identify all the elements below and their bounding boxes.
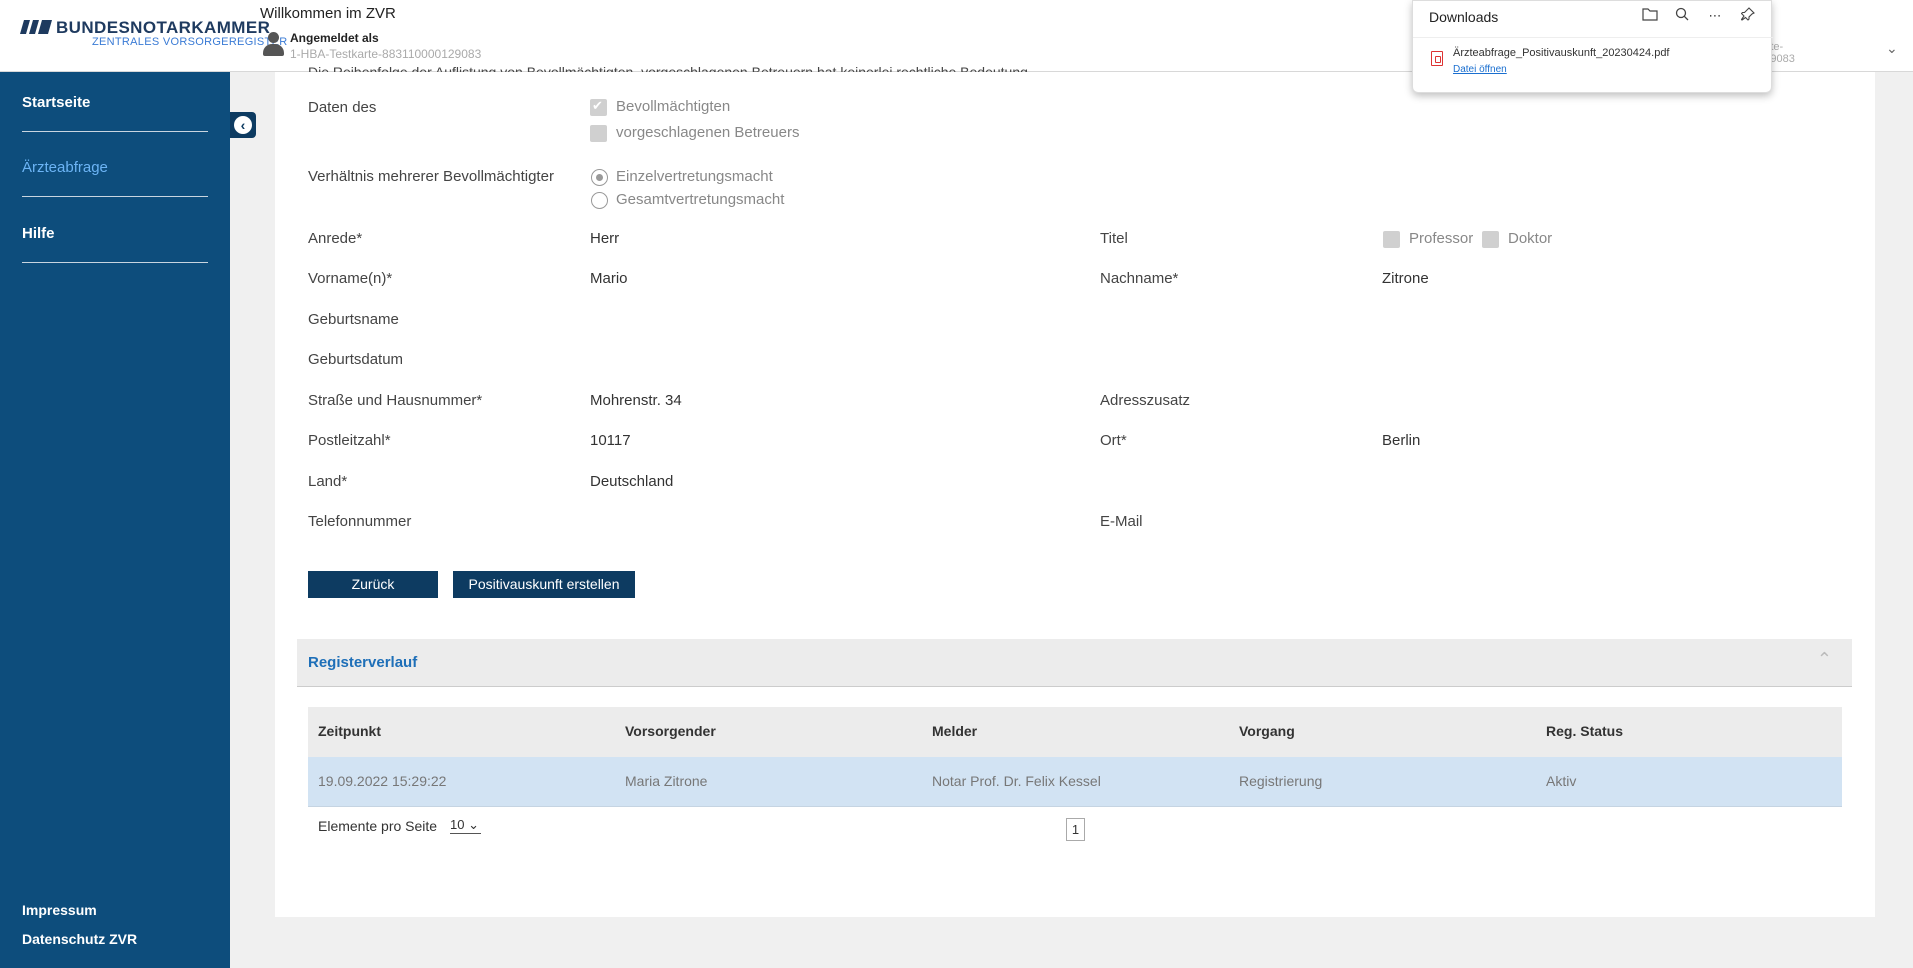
order-note-text: Die Reihenfolge der Auflistung von Bevol…: [308, 64, 1032, 72]
impressum-link[interactable]: Impressum: [22, 902, 97, 918]
sidebar-collapse-button[interactable]: ‹: [230, 112, 256, 138]
user-icon: [262, 32, 284, 56]
land-label: Land*: [308, 473, 348, 490]
telefon-label: Telefonnummer: [308, 513, 412, 530]
divider: [1413, 37, 1773, 38]
table-row[interactable]: 19.09.2022 15:29:22 Maria Zitrone Notar …: [308, 757, 1842, 807]
more-options-icon[interactable]: ⋯: [1706, 7, 1724, 25]
email-label: E-Mail: [1100, 513, 1143, 530]
bevollmaechtigten-checkbox[interactable]: [590, 98, 607, 116]
column-header-vorsorgender[interactable]: Vorsorgender: [625, 723, 716, 739]
verhaeltnis-label: Verhältnis mehrerer Bevollmächtigter: [308, 168, 554, 185]
adresszusatz-label: Adresszusatz: [1100, 392, 1191, 409]
column-header-reg-status[interactable]: Reg. Status: [1546, 723, 1623, 739]
bevollmaechtigten-label: Bevollmächtigten: [616, 98, 731, 115]
logo-brand-text: BUNDESNOTARKAMMER: [56, 18, 271, 37]
betreuers-checkbox[interactable]: [590, 125, 607, 142]
downloads-popup: Downloads ⋯ Ärzteabfrage_Positivauskunft…: [1412, 0, 1773, 93]
logo-sub-text: ZENTRALES VORSORGEREGISTER: [92, 36, 288, 48]
download-file-name[interactable]: Ärzteabfrage_Positivauskunft_20230424.pd…: [1453, 47, 1670, 59]
land-value: Deutschland: [590, 473, 674, 490]
per-page-select[interactable]: 10 ⌄: [450, 817, 481, 834]
cell-reg-status: Aktiv: [1546, 773, 1577, 789]
nachname-value: Zitrone: [1382, 270, 1429, 287]
strasse-label: Straße und Hausnummer*: [308, 392, 483, 409]
column-header-vorgang[interactable]: Vorgang: [1239, 723, 1295, 739]
nachname-label: Nachname*: [1100, 270, 1179, 287]
cell-vorsorgender: Maria Zitrone: [625, 773, 708, 789]
strasse-value: Mohrenstr. 34: [590, 392, 682, 409]
downloads-title: Downloads: [1429, 9, 1499, 25]
chevron-down-icon: ⌄: [468, 817, 479, 832]
column-header-zeitpunkt[interactable]: Zeitpunkt: [318, 723, 381, 739]
cell-vorgang: Registrierung: [1239, 773, 1323, 789]
plz-value: 10117: [590, 432, 631, 449]
welcome-text: Willkommen im ZVR: [260, 5, 396, 22]
plz-label: Postleitzahl*: [308, 432, 391, 449]
chevron-down-icon[interactable]: ⌄: [1886, 40, 1898, 57]
titel-label: Titel: [1100, 230, 1128, 247]
registerverlauf-header[interactable]: Registerverlauf ⌃: [297, 639, 1852, 687]
einzel-radio[interactable]: [591, 169, 608, 186]
doktor-label: Doktor: [1508, 230, 1553, 247]
vorname-value: Mario: [590, 270, 628, 287]
ort-value: Berlin: [1382, 432, 1421, 449]
geburtsname-label: Geburtsname: [308, 311, 399, 328]
pin-icon[interactable]: [1739, 7, 1757, 25]
vorname-label: Vorname(n)*: [308, 270, 393, 287]
column-header-melder[interactable]: Melder: [932, 723, 977, 739]
ort-label: Ort*: [1100, 432, 1127, 449]
back-button[interactable]: Zurück: [308, 571, 438, 598]
sidebar-item-startseite[interactable]: Startseite: [22, 94, 208, 132]
sidebar-item-hilfe[interactable]: Hilfe: [22, 225, 208, 263]
page-button[interactable]: 1: [1066, 818, 1085, 841]
sidebar-item-aerzteabfrage[interactable]: Ärzteabfrage: [22, 159, 208, 197]
professor-checkbox[interactable]: [1383, 231, 1400, 248]
anrede-label: Anrede*: [308, 230, 363, 247]
sidebar: Startseite Ärzteabfrage Hilfe Impressum …: [0, 72, 230, 968]
logo-stripes-icon: [20, 20, 52, 34]
anrede-value: Herr: [590, 230, 620, 247]
create-positivauskunft-button[interactable]: Positivauskunft erstellen: [453, 571, 635, 598]
folder-icon[interactable]: [1641, 7, 1659, 25]
doktor-checkbox[interactable]: [1482, 231, 1499, 248]
cell-zeitpunkt: 19.09.2022 15:29:22: [318, 773, 447, 789]
open-file-link[interactable]: Datei öffnen: [1453, 64, 1507, 75]
datenschutz-link[interactable]: Datenschutz ZVR: [22, 931, 137, 947]
search-icon[interactable]: [1673, 7, 1691, 25]
daten-des-label: Daten des: [308, 99, 377, 116]
per-page-label: Elemente pro Seite: [318, 818, 438, 834]
gesamt-radio[interactable]: [591, 192, 608, 209]
betreuers-label: vorgeschlagenen Betreuers: [616, 124, 800, 141]
per-page-value: 10: [450, 817, 465, 832]
geburtsdatum-label: Geburtsdatum: [308, 351, 404, 368]
registerverlauf-title: Registerverlauf: [308, 654, 418, 671]
professor-label: Professor: [1409, 230, 1474, 247]
einzel-label: Einzelvertretungsmacht: [616, 168, 773, 185]
pdf-file-icon: [1431, 51, 1443, 66]
logged-in-label: Angemeldet als: [290, 31, 379, 45]
cell-melder: Notar Prof. Dr. Felix Kessel: [932, 773, 1101, 789]
table-header: Zeitpunkt Vorsorgender Melder Vorgang Re…: [308, 707, 1842, 757]
gesamt-label: Gesamtvertretungsmacht: [616, 191, 785, 208]
chevron-left-icon: ‹: [234, 116, 252, 134]
chevron-up-icon[interactable]: ⌃: [1817, 649, 1832, 670]
